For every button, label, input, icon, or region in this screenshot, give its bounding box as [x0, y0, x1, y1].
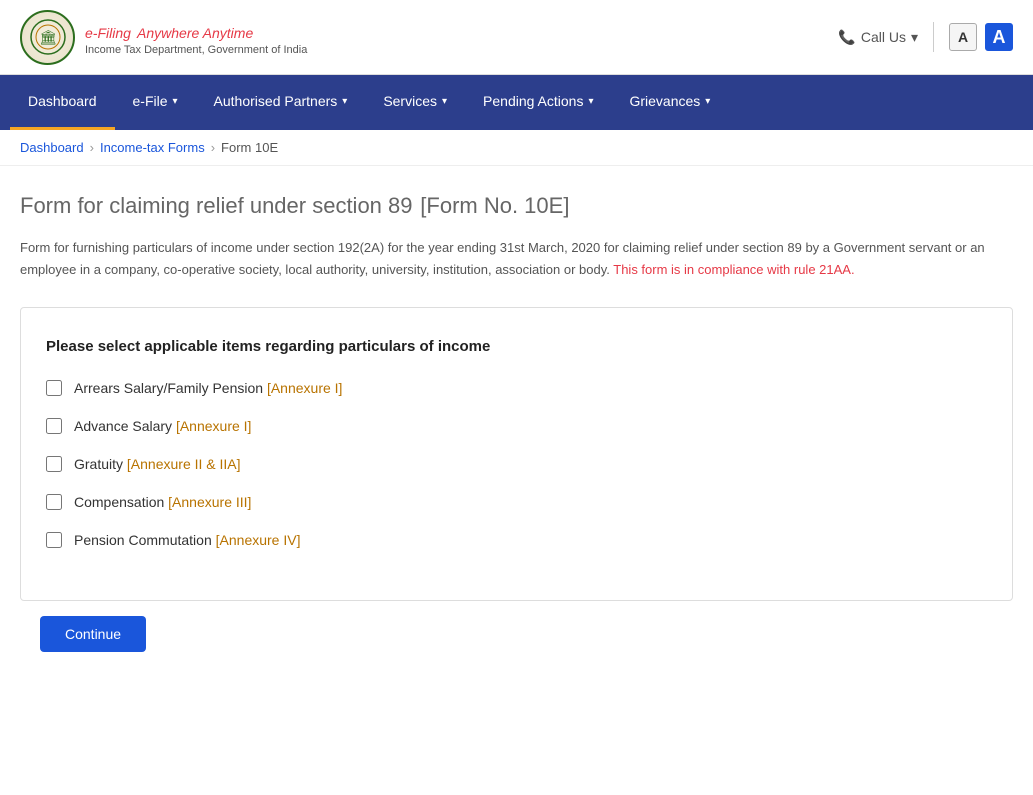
checkbox-gratuity[interactable]	[46, 456, 62, 472]
form-card: Please select applicable items regarding…	[20, 307, 1013, 601]
breadcrumb-current: Form 10E	[221, 140, 278, 155]
header-left: 🏛 e-Filing Anywhere Anytime Income Tax D…	[20, 10, 307, 65]
nav-item-authorised-partners[interactable]: Authorised Partners ▾	[196, 75, 366, 130]
page-description: Form for furnishing particulars of incom…	[20, 237, 1013, 281]
navbar: Dashboard e-File ▾ Authorised Partners ▾…	[0, 75, 1033, 130]
nav-arrow-services: ▾	[442, 96, 447, 107]
annexure-label-arrears: [Annexure I]	[267, 380, 343, 396]
nav-arrow-pending-actions: ▾	[588, 96, 593, 107]
nav-item-dashboard[interactable]: Dashboard	[10, 75, 115, 130]
call-us-arrow: ▾	[911, 29, 918, 46]
phone-icon: 📞	[838, 29, 855, 46]
nav-arrow-authorised-partners: ▾	[342, 96, 347, 107]
font-large-button[interactable]: A	[985, 23, 1013, 51]
bottom-actions: Continue	[20, 601, 1013, 667]
logo-tagline: Anywhere Anytime	[137, 25, 253, 41]
emblem-icon: 🏛	[20, 10, 75, 65]
breadcrumb-dashboard[interactable]: Dashboard	[20, 140, 84, 155]
nav-label-grievances: Grievances	[629, 93, 700, 109]
breadcrumb-income-tax-forms[interactable]: Income-tax Forms	[100, 140, 205, 155]
checkbox-text-advance: Advance Salary	[74, 418, 176, 434]
checkbox-compensation[interactable]	[46, 494, 62, 510]
nav-item-pending-actions[interactable]: Pending Actions ▾	[465, 75, 611, 130]
header-right: 📞 Call Us ▾ A A	[838, 22, 1013, 52]
breadcrumb: Dashboard › Income-tax Forms › Form 10E	[0, 130, 1033, 166]
nav-label-dashboard: Dashboard	[28, 93, 97, 109]
annexure-label-advance: [Annexure I]	[176, 418, 252, 434]
svg-text:🏛: 🏛	[39, 29, 57, 45]
nav-arrow-grievances: ▾	[705, 96, 710, 107]
nav-label-efile: e-File	[133, 93, 168, 109]
header-divider	[933, 22, 934, 52]
breadcrumb-sep-2: ›	[211, 140, 215, 155]
logo-text: e-Filing Anywhere Anytime Income Tax Dep…	[85, 18, 307, 56]
checkbox-text-gratuity: Gratuity	[74, 456, 127, 472]
annexure-label-pension: [Annexure IV]	[216, 532, 301, 548]
page-title-sub: [Form No. 10E]	[420, 193, 569, 218]
nav-item-grievances[interactable]: Grievances ▾	[611, 75, 728, 130]
checkbox-label-arrears[interactable]: Arrears Salary/Family Pension [Annexure …	[74, 380, 342, 396]
main-content: Form for claiming relief under section 8…	[0, 166, 1033, 687]
call-us-label: Call Us	[861, 29, 906, 45]
continue-button[interactable]: Continue	[40, 616, 146, 652]
nav-item-services[interactable]: Services ▾	[365, 75, 465, 130]
checkbox-item-pension: Pension Commutation [Annexure IV]	[46, 532, 987, 548]
nav-label-authorised-partners: Authorised Partners	[214, 93, 338, 109]
breadcrumb-sep-1: ›	[90, 140, 94, 155]
header: 🏛 e-Filing Anywhere Anytime Income Tax D…	[0, 0, 1033, 75]
page-title-main: Form for claiming relief under section 8…	[20, 193, 413, 218]
checkbox-text-arrears: Arrears Salary/Family Pension	[74, 380, 267, 396]
checkbox-label-pension[interactable]: Pension Commutation [Annexure IV]	[74, 532, 300, 548]
checkbox-item-gratuity: Gratuity [Annexure II & IIA]	[46, 456, 987, 472]
logo-subtitle: Income Tax Department, Government of Ind…	[85, 44, 307, 56]
font-normal-button[interactable]: A	[949, 23, 977, 51]
checkbox-advance[interactable]	[46, 418, 62, 434]
checkbox-item-arrears: Arrears Salary/Family Pension [Annexure …	[46, 380, 987, 396]
checkbox-text-pension: Pension Commutation	[74, 532, 216, 548]
nav-label-services: Services	[383, 93, 437, 109]
page-title: Form for claiming relief under section 8…	[20, 186, 1013, 222]
description-highlight: This form is in compliance with rule 21A…	[613, 262, 854, 277]
checkbox-label-compensation[interactable]: Compensation [Annexure III]	[74, 494, 251, 510]
nav-item-efile[interactable]: e-File ▾	[115, 75, 196, 130]
checkbox-item-compensation: Compensation [Annexure III]	[46, 494, 987, 510]
logo-efiling-main: e-Filing	[85, 25, 131, 41]
checkbox-pension[interactable]	[46, 532, 62, 548]
nav-arrow-efile: ▾	[173, 96, 178, 107]
form-card-title: Please select applicable items regarding…	[46, 338, 987, 355]
annexure-label-compensation: [Annexure III]	[168, 494, 251, 510]
checkbox-label-gratuity[interactable]: Gratuity [Annexure II & IIA]	[74, 456, 241, 472]
checkbox-arrears[interactable]	[46, 380, 62, 396]
font-controls: A A	[949, 23, 1013, 51]
annexure-label-gratuity: [Annexure II & IIA]	[127, 456, 241, 472]
checkbox-text-compensation: Compensation	[74, 494, 168, 510]
logo-efiling: e-Filing Anywhere Anytime	[85, 18, 307, 44]
call-us-button[interactable]: 📞 Call Us ▾	[838, 29, 918, 46]
nav-label-pending-actions: Pending Actions	[483, 93, 583, 109]
checkbox-label-advance[interactable]: Advance Salary [Annexure I]	[74, 418, 251, 434]
checkbox-item-advance: Advance Salary [Annexure I]	[46, 418, 987, 434]
